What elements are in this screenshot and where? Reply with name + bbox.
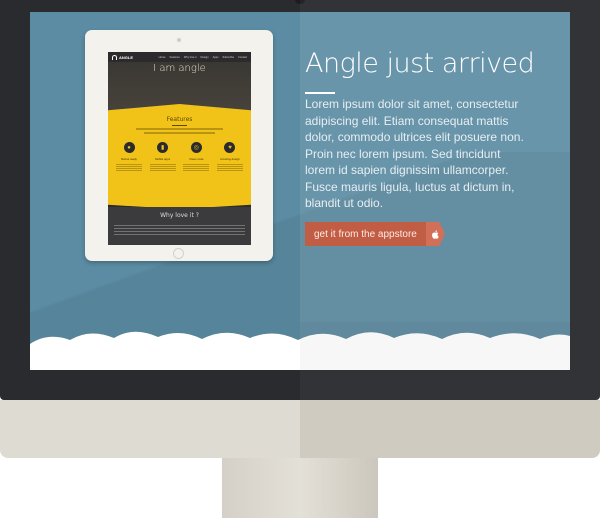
tablet-screen: ANGLE Home Features Why love it Design A…: [108, 52, 251, 245]
heart-icon: ♥: [224, 142, 236, 153]
preview-hero-title: I am angle: [153, 63, 206, 74]
preview-feature: ● Retina ready: [114, 142, 144, 171]
monitor-stand: [222, 458, 378, 518]
preview-nav-link: Why love it: [183, 55, 197, 59]
clouds-decoration: [30, 331, 570, 370]
preview-nav-link: Apps: [212, 55, 219, 59]
apple-icon: [425, 222, 445, 246]
preview-nav-links: Home Features Why love it Design Apps Su…: [159, 56, 247, 59]
preview-why-section: Why love it ?: [108, 207, 251, 245]
tablet-camera: [177, 38, 181, 42]
preview-features-title: Features: [166, 116, 193, 123]
preview-nav-link: Home: [158, 55, 166, 59]
title-underline: [305, 92, 335, 94]
mobile-icon: ▮: [157, 142, 169, 153]
preview-why-text: [114, 225, 245, 237]
monitor-frame: ANGLE Home Features Why love it Design A…: [0, 0, 600, 400]
preview-nav-link: Subscribe: [222, 55, 235, 59]
camera-dot: [295, 0, 305, 4]
preview-feature: ▮ Mobile apps: [148, 142, 178, 171]
preview-feature: ◎ Clean code: [181, 142, 211, 171]
angle-logo-icon: [112, 54, 117, 60]
preview-nav: ANGLE Home Features Why love it Design A…: [108, 52, 251, 62]
appstore-button-label: get it from the appstore: [305, 222, 426, 246]
appstore-button[interactable]: get it from the appstore: [305, 222, 445, 246]
preview-nav-link: Design: [200, 55, 209, 59]
monitor-screen: ANGLE Home Features Why love it Design A…: [30, 12, 570, 370]
preview-nav-link: Features: [169, 55, 180, 59]
preview-why-title: Why love it ?: [160, 212, 199, 219]
hero-title: Angle just arrived: [305, 48, 535, 79]
preview-nav-link: Contact: [238, 55, 247, 59]
preview-features-list: ● Retina ready ▮ Mobile apps ◎ Clean cod…: [114, 142, 245, 171]
tablet-mockup: ANGLE Home Features Why love it Design A…: [85, 30, 273, 261]
hero-body-text: Lorem ipsum dolor sit amet, consectetur …: [305, 97, 524, 210]
preview-feature: ♥ Amazing design: [215, 142, 245, 171]
preview-features-text: [136, 128, 223, 130]
monitor-chin: [0, 400, 600, 458]
preview-logo: ANGLE: [112, 54, 133, 60]
tablet-home-button: [173, 248, 184, 259]
code-icon: ◎: [190, 142, 202, 153]
eye-icon: ●: [123, 142, 135, 153]
